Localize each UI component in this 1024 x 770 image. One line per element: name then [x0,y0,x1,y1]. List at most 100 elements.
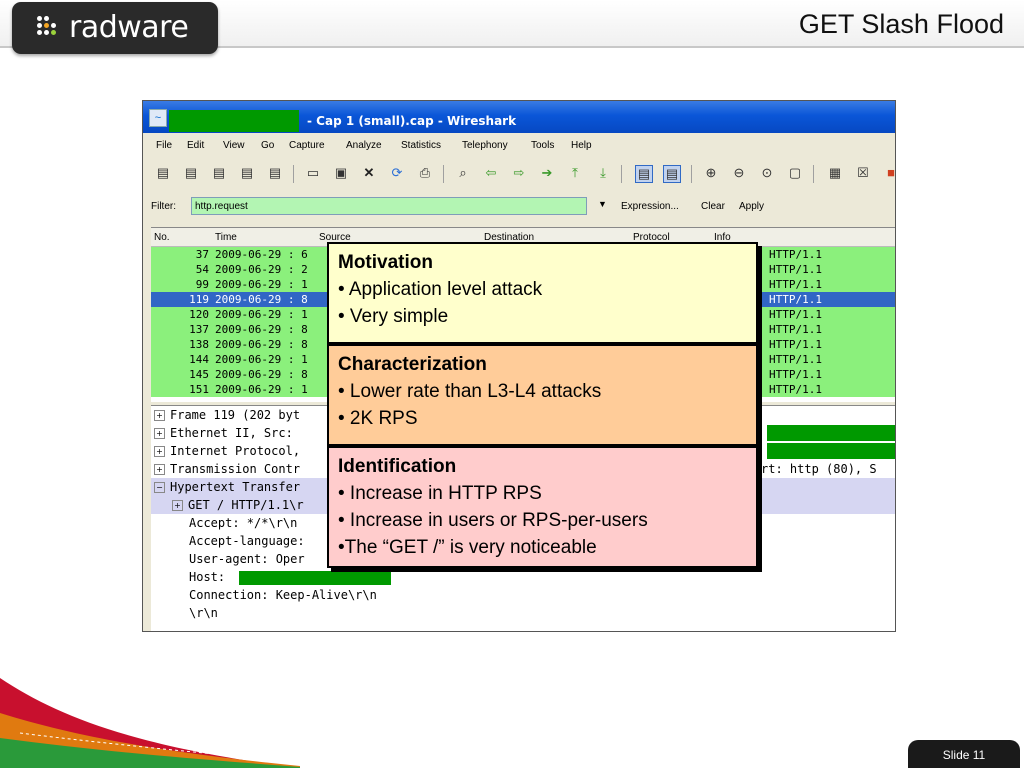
packet-number: 37 [195,248,209,261]
packet-time: 2009-06-29 : 6 [215,248,308,261]
zoom-normal-icon[interactable]: ⊙ [759,165,775,181]
display-filters-icon[interactable]: ☒ [855,165,871,181]
identification-box: Identification • Increase in HTTP RPS • … [327,446,758,568]
packet-time: 2009-06-29 : 8 [215,293,308,306]
packet-time: 2009-06-29 : 1 [215,308,308,321]
expand-icon[interactable]: + [154,446,165,457]
resize-columns-icon[interactable]: ▢ [787,165,803,181]
auto-scroll-icon[interactable]: ▤ [663,165,681,183]
packet-info: HTTP/1.1 [769,278,822,291]
packet-time: 2009-06-29 : 1 [215,278,308,291]
capture-filters-icon[interactable]: ▦ [827,165,843,181]
menu-view[interactable]: View [223,140,245,151]
reload-icon[interactable]: ⟳ [389,165,405,181]
characterization-box: Characterization • Lower rate than L3-L4… [327,344,758,446]
toolbar-separator [443,165,444,183]
packet-info: HTTP/1.1 [769,308,822,321]
toolbar-separator [293,165,294,183]
characterization-item: • Lower rate than L3-L4 attacks [338,381,602,402]
characterization-item: • 2K RPS [338,408,418,429]
capture-options-icon[interactable]: ▤ [183,165,199,181]
collapse-icon[interactable]: − [154,482,165,493]
stop-capture-icon[interactable]: ▤ [239,165,255,181]
menu-tools[interactable]: Tools [531,140,554,151]
redacted-host [239,571,391,585]
restart-capture-icon[interactable]: ▤ [267,165,283,181]
detail-tcp-tail: rt: http (80), S [761,462,877,476]
first-packet-icon[interactable]: ⤒ [567,165,583,181]
filter-dropdown-icon[interactable]: ▼ [598,199,607,209]
toolbar-separator [621,165,622,183]
menu-file[interactable]: File [156,140,172,151]
wireshark-app-icon: ~ [149,109,167,127]
packet-number: 138 [189,338,209,351]
start-capture-icon[interactable]: ▤ [211,165,227,181]
packet-info: HTTP/1.1 [769,353,822,366]
colorize-icon[interactable]: ▤ [635,165,653,183]
slide-title: GET Slash Flood [798,9,1004,39]
packet-info: HTTP/1.1 [769,368,822,381]
print-icon[interactable]: ⎙ [417,165,433,181]
expand-icon[interactable]: + [154,428,165,439]
filter-toolbar: Filter: http.request ▼ Expression... Cle… [143,195,895,217]
last-packet-icon[interactable]: ⤓ [595,165,611,181]
expand-icon[interactable]: + [172,500,183,511]
toolbar-separator [813,165,814,183]
redacted-ip [767,443,895,459]
detail-connection[interactable]: Connection: Keep-Alive\r\n [151,586,895,604]
back-icon[interactable]: ⇦ [483,165,499,181]
identification-title: Identification [338,456,457,477]
zoom-in-icon[interactable]: ⊕ [703,165,719,181]
packet-info: HTTP/1.1 [769,338,822,351]
goto-icon[interactable]: ➔ [539,165,555,181]
menu-edit[interactable]: Edit [187,140,204,151]
redacted-filename [169,110,299,132]
filter-input[interactable]: http.request [191,197,587,215]
column-no[interactable]: No. [154,232,170,243]
find-icon[interactable]: ⌕ [455,165,471,181]
packet-info: HTTP/1.1 [769,263,822,276]
identification-item: •The “GET /” is very noticeable [338,537,597,558]
interfaces-icon[interactable]: ▤ [155,165,171,181]
detail-crlf[interactable]: \r\n [151,604,895,622]
menu-statistics[interactable]: Statistics [401,140,441,151]
zoom-out-icon[interactable]: ⊖ [731,165,747,181]
identification-item: • Increase in users or RPS-per-users [338,510,648,531]
menu-capture[interactable]: Capture [289,140,325,151]
identification-item: • Increase in HTTP RPS [338,483,542,504]
main-toolbar: ▤ ▤ ▤ ▤ ▤ ▭ ▣ ✕ ⟳ ⎙ ⌕ ⇦ ⇨ ➔ ⤒ ⤓ ▤ ▤ ⊕ ⊖ … [143,159,895,189]
packet-number: 120 [189,308,209,321]
packet-number: 137 [189,323,209,336]
packet-info: HTTP/1.1 [769,293,822,306]
close-icon[interactable]: ✕ [361,165,377,181]
expand-icon[interactable]: + [154,410,165,421]
window-title: - Cap 1 (small).cap - Wireshark [307,114,517,128]
menu-analyze[interactable]: Analyze [346,140,382,151]
motivation-item: • Very simple [338,306,449,327]
characterization-title: Characterization [338,354,487,375]
coloring-rules-icon[interactable]: ■ [883,165,895,181]
packet-number: 151 [189,383,209,396]
column-time[interactable]: Time [215,232,237,243]
toolbar-separator [691,165,692,183]
packet-number: 54 [195,263,209,276]
clear-button[interactable]: Clear [701,201,725,212]
save-icon[interactable]: ▣ [333,165,349,181]
expression-button[interactable]: Expression... [621,201,679,212]
menu-go[interactable]: Go [261,140,274,151]
menu-help[interactable]: Help [571,140,592,151]
logo-dots-icon [37,16,63,38]
apply-button[interactable]: Apply [739,201,764,212]
logo-text: radware [69,10,189,45]
open-icon[interactable]: ▭ [305,165,321,181]
packet-time: 2009-06-29 : 1 [215,383,308,396]
decorative-swoosh [0,678,300,768]
forward-icon[interactable]: ⇨ [511,165,527,181]
slide-number: Slide 11 [908,740,1020,768]
redacted-ethernet [767,425,895,441]
menu-telephony[interactable]: Telephony [462,140,508,151]
expand-icon[interactable]: + [154,464,165,475]
packet-time: 2009-06-29 : 8 [215,368,308,381]
radware-logo: radware [12,2,218,54]
motivation-title: Motivation [338,252,433,273]
